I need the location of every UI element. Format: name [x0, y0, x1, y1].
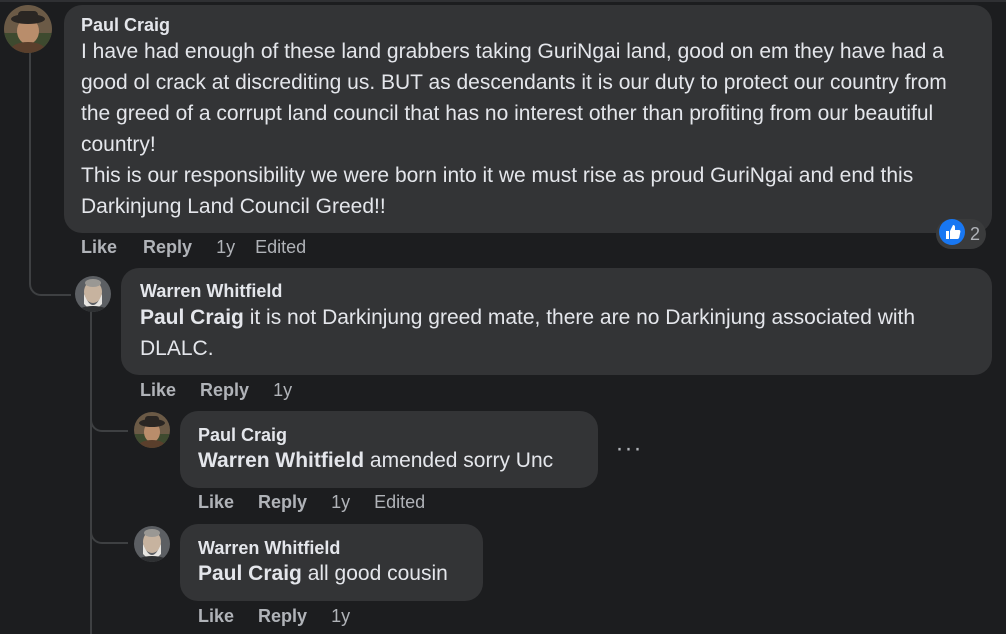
reply-button[interactable]: Reply	[200, 380, 249, 401]
comment-author[interactable]: Warren Whitfield	[140, 280, 976, 302]
comment-thread: Paul Craig I have had enough of these la…	[0, 0, 1006, 634]
reply-button[interactable]: Reply	[258, 606, 307, 627]
thread-connector	[90, 400, 128, 432]
thumbs-up-icon	[938, 218, 966, 251]
reaction-summary[interactable]: 2	[936, 218, 987, 251]
comment-timestamp[interactable]: 1y	[331, 492, 350, 513]
like-button[interactable]: Like	[81, 237, 117, 258]
comment-timestamp[interactable]: 1y	[273, 380, 292, 401]
comment-text: Warren Whitfield amended sorry Unc	[198, 446, 582, 475]
avatar[interactable]	[75, 276, 111, 312]
comment-body: it is not Darkinjung greed mate, there a…	[140, 306, 916, 360]
more-options-icon[interactable]: ···	[611, 431, 647, 467]
mention-link[interactable]: Warren Whitfield	[198, 449, 364, 472]
like-button[interactable]: Like	[198, 492, 234, 513]
comment-author[interactable]: Paul Craig	[198, 424, 582, 446]
comment-bubble: Paul Craig I have had enough of these la…	[64, 5, 992, 233]
avatar[interactable]	[134, 526, 170, 562]
comment-actions: Like Reply 1y Edited	[81, 235, 326, 259]
thread-line	[90, 312, 92, 634]
like-button[interactable]: Like	[140, 380, 176, 401]
comment-text: Paul Craig it is not Darkinjung greed ma…	[140, 302, 976, 364]
avatar[interactable]	[134, 412, 170, 448]
comment-author[interactable]: Paul Craig	[81, 14, 976, 36]
comment-bubble: Warren Whitfield Paul Craig it is not Da…	[121, 268, 992, 375]
comment-body: amended sorry Unc	[364, 449, 554, 472]
like-button[interactable]: Like	[198, 606, 234, 627]
mention-link[interactable]: Paul Craig	[140, 306, 244, 329]
reply-button[interactable]: Reply	[258, 492, 307, 513]
comment-bubble: Paul Craig Warren Whitfield amended sorr…	[180, 411, 598, 488]
comment-author[interactable]: Warren Whitfield	[198, 537, 467, 559]
edited-label[interactable]: Edited	[255, 237, 306, 258]
comment-timestamp[interactable]: 1y	[216, 237, 235, 258]
comment-actions: Like Reply 1y Edited	[198, 490, 445, 514]
thread-line	[29, 52, 31, 260]
edited-label[interactable]: Edited	[374, 492, 425, 513]
reply-button[interactable]: Reply	[143, 237, 192, 258]
comment-timestamp[interactable]: 1y	[331, 606, 350, 627]
comment-bubble: Warren Whitfield Paul Craig all good cou…	[180, 524, 483, 601]
comment-actions: Like Reply 1y	[140, 378, 312, 402]
comment-body: all good cousin	[301, 562, 448, 585]
reaction-count: 2	[970, 223, 981, 244]
thread-connector	[29, 258, 71, 296]
comment-text: Paul Craig all good cousin	[198, 559, 467, 588]
comment-actions: Like Reply 1y	[198, 604, 370, 628]
avatar[interactable]	[4, 5, 52, 53]
thread-connector	[90, 510, 128, 544]
comment-text: I have had enough of these land grabbers…	[81, 40, 947, 218]
mention-link[interactable]: Paul Craig	[198, 562, 302, 585]
